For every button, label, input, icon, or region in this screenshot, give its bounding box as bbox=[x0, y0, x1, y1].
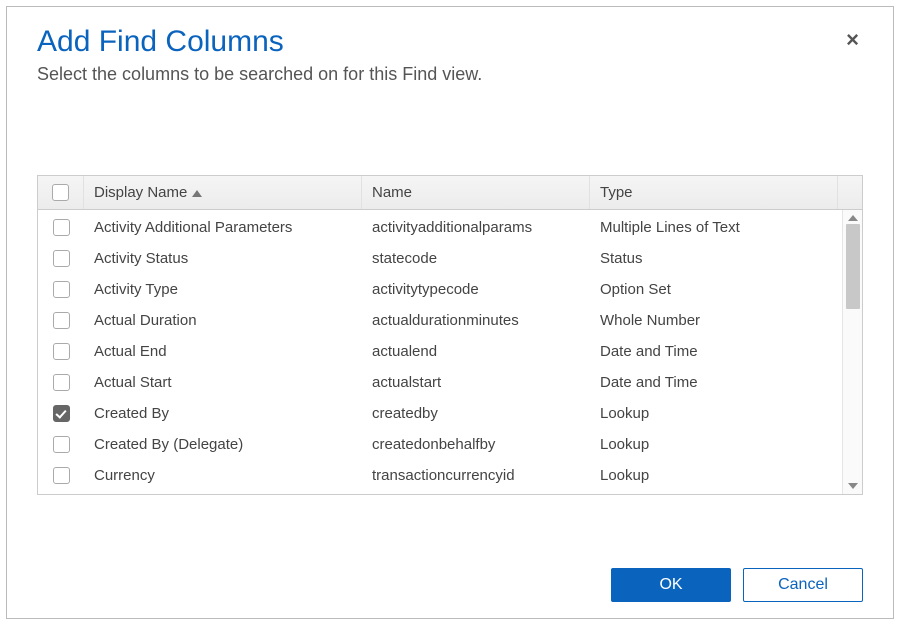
close-icon[interactable]: × bbox=[846, 25, 863, 51]
row-checkbox[interactable] bbox=[53, 343, 70, 360]
table-row[interactable]: Created By (Delegate)createdonbehalfbyLo… bbox=[38, 429, 842, 460]
cell-name: transactioncurrencyid bbox=[362, 467, 590, 484]
cell-display-name: Activity Type bbox=[84, 281, 362, 298]
cell-type: Whole Number bbox=[590, 312, 842, 329]
cell-display-name: Activity Additional Parameters bbox=[84, 219, 362, 236]
table-body: Activity Additional Parametersactivityad… bbox=[38, 210, 862, 494]
scrollbar-thumb[interactable] bbox=[846, 224, 860, 309]
cell-type: Lookup bbox=[590, 405, 842, 422]
cell-display-name: Created By bbox=[84, 405, 362, 422]
cell-display-name: Currency bbox=[84, 467, 362, 484]
header-spacer bbox=[838, 176, 862, 209]
row-checkbox-cell[interactable] bbox=[38, 467, 84, 484]
row-checkbox[interactable] bbox=[53, 219, 70, 236]
cell-type: Date and Time bbox=[590, 374, 842, 391]
dialog-subtitle: Select the columns to be searched on for… bbox=[37, 64, 863, 85]
row-checkbox-cell[interactable] bbox=[38, 250, 84, 267]
dialog-title: Add Find Columns bbox=[37, 25, 284, 58]
table-row[interactable]: Activity TypeactivitytypecodeOption Set bbox=[38, 274, 842, 305]
cell-type: Multiple Lines of Text bbox=[590, 219, 842, 236]
cell-name: createdonbehalfby bbox=[362, 436, 590, 453]
scroll-down-icon[interactable] bbox=[848, 483, 858, 489]
row-checkbox[interactable] bbox=[53, 405, 70, 422]
scroll-up-icon[interactable] bbox=[848, 215, 858, 221]
row-checkbox[interactable] bbox=[53, 250, 70, 267]
cell-name: actualstart bbox=[362, 374, 590, 391]
table-row[interactable]: Actual DurationactualdurationminutesWhol… bbox=[38, 305, 842, 336]
cell-display-name: Actual End bbox=[84, 343, 362, 360]
row-checkbox-cell[interactable] bbox=[38, 219, 84, 236]
row-checkbox-cell[interactable] bbox=[38, 281, 84, 298]
row-checkbox[interactable] bbox=[53, 374, 70, 391]
vertical-scrollbar[interactable] bbox=[842, 210, 862, 494]
add-find-columns-dialog: Add Find Columns × Select the columns to… bbox=[6, 6, 894, 619]
cell-name: actualdurationminutes bbox=[362, 312, 590, 329]
cell-type: Date and Time bbox=[590, 343, 842, 360]
cell-name: createdby bbox=[362, 405, 590, 422]
table-row[interactable]: Activity StatusstatecodeStatus bbox=[38, 243, 842, 274]
cell-display-name: Activity Status bbox=[84, 250, 362, 267]
row-checkbox-cell[interactable] bbox=[38, 405, 84, 422]
cell-type: Lookup bbox=[590, 467, 842, 484]
table-row[interactable]: Created BycreatedbyLookup bbox=[38, 398, 842, 429]
select-all-checkbox[interactable] bbox=[52, 184, 69, 201]
table-row[interactable]: Activity Additional Parametersactivityad… bbox=[38, 212, 842, 243]
header-type[interactable]: Type bbox=[590, 176, 838, 209]
table-header: Display Name Name Type bbox=[38, 176, 862, 210]
row-checkbox-cell[interactable] bbox=[38, 436, 84, 453]
table-row[interactable]: Actual EndactualendDate and Time bbox=[38, 336, 842, 367]
row-checkbox[interactable] bbox=[53, 467, 70, 484]
sort-ascending-icon bbox=[192, 190, 202, 197]
cancel-button[interactable]: Cancel bbox=[743, 568, 863, 602]
cell-display-name: Created By (Delegate) bbox=[84, 436, 362, 453]
select-all-cell[interactable] bbox=[38, 176, 84, 209]
table-row[interactable]: CurrencytransactioncurrencyidLookup bbox=[38, 460, 842, 491]
cell-type: Lookup bbox=[590, 436, 842, 453]
row-checkbox[interactable] bbox=[53, 281, 70, 298]
header-name[interactable]: Name bbox=[362, 176, 590, 209]
cell-name: activityadditionalparams bbox=[362, 219, 590, 236]
row-checkbox-cell[interactable] bbox=[38, 343, 84, 360]
cell-type: Option Set bbox=[590, 281, 842, 298]
ok-button[interactable]: OK bbox=[611, 568, 731, 602]
table-row[interactable]: Actual StartactualstartDate and Time bbox=[38, 367, 842, 398]
header-type-label: Type bbox=[600, 184, 633, 201]
cell-name: activitytypecode bbox=[362, 281, 590, 298]
row-checkbox[interactable] bbox=[53, 312, 70, 329]
header-name-label: Name bbox=[372, 184, 412, 201]
dialog-header: Add Find Columns × bbox=[37, 25, 863, 58]
cell-type: Status bbox=[590, 250, 842, 267]
header-display-name[interactable]: Display Name bbox=[84, 176, 362, 209]
row-checkbox-cell[interactable] bbox=[38, 374, 84, 391]
header-display-label: Display Name bbox=[94, 184, 187, 201]
dialog-footer: OK Cancel bbox=[37, 550, 863, 602]
columns-table: Display Name Name Type Activity Addition… bbox=[37, 175, 863, 495]
table-rows: Activity Additional Parametersactivityad… bbox=[38, 210, 842, 494]
cell-name: actualend bbox=[362, 343, 590, 360]
row-checkbox-cell[interactable] bbox=[38, 312, 84, 329]
cell-display-name: Actual Start bbox=[84, 374, 362, 391]
row-checkbox[interactable] bbox=[53, 436, 70, 453]
cell-name: statecode bbox=[362, 250, 590, 267]
cell-display-name: Actual Duration bbox=[84, 312, 362, 329]
